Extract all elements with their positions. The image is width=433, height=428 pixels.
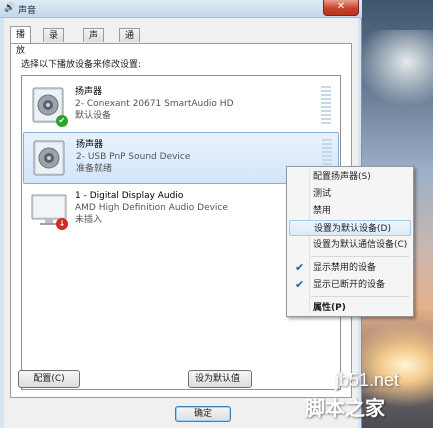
device-text: 扬声器 2- Conexant 20671 SmartAudio HD 默认设备 bbox=[75, 86, 234, 122]
menu-item-disable[interactable]: 禁用 bbox=[289, 203, 411, 219]
menu-item-configure-speakers[interactable]: 配置扬声器(S) bbox=[289, 169, 411, 185]
default-check-badge: ✔ bbox=[56, 115, 68, 127]
device-status: 未插入 bbox=[75, 215, 103, 225]
set-default-button[interactable]: 设为默认值 bbox=[188, 370, 252, 388]
device-item[interactable]: ✔ 扬声器 2- Conexant 20671 SmartAudio HD 默认… bbox=[23, 80, 339, 132]
tab-playback[interactable]: 播放 bbox=[10, 26, 32, 56]
device-description: 2- Conexant 20671 SmartAudio HD bbox=[75, 99, 234, 109]
checkmark-icon: ✔ bbox=[58, 116, 66, 125]
menu-item-show-disabled[interactable]: ✔ 显示禁用的设备 bbox=[289, 260, 411, 276]
tab-sounds[interactable]: 声音 bbox=[83, 28, 105, 55]
instruction-text: 选择以下播放设备来修改设置: bbox=[21, 60, 142, 70]
menu-item-properties[interactable]: 属性(P) bbox=[289, 300, 411, 316]
menu-item-set-default-comm-device[interactable]: 设置为默认通信设备(C) bbox=[289, 237, 411, 253]
watermark-brand: 脚本之家 bbox=[305, 396, 385, 420]
menu-separator bbox=[311, 256, 409, 257]
device-description: AMD High Definition Audio Device bbox=[75, 203, 228, 213]
window-title: 声音 bbox=[18, 6, 37, 16]
ok-button[interactable]: 确定 bbox=[175, 406, 231, 422]
device-name: 扬声器 bbox=[76, 140, 104, 150]
checkmark-icon: ✔ bbox=[295, 261, 305, 274]
watermark-site: jb51.net bbox=[335, 370, 400, 390]
device-status: 默认设备 bbox=[75, 111, 112, 121]
menu-separator bbox=[311, 296, 409, 297]
menu-item-set-default-device[interactable]: 设置为默认设备(D) bbox=[289, 220, 411, 236]
menu-item-show-disconnected[interactable]: ✔ 显示已断开的设备 bbox=[289, 277, 411, 293]
down-arrow-icon: ↓ bbox=[58, 219, 66, 228]
device-description: 2- USB PnP Sound Device bbox=[76, 152, 191, 162]
device-status: 准备就绪 bbox=[76, 164, 113, 174]
checkmark-icon: ✔ bbox=[295, 278, 305, 291]
context-menu: 配置扬声器(S) 测试 禁用 设置为默认设备(D) 设置为默认通信设备(C) ✔… bbox=[286, 166, 414, 317]
configure-button[interactable]: 配置(C) bbox=[18, 370, 80, 388]
tab-communications[interactable]: 通信 bbox=[119, 28, 141, 55]
cloud bbox=[353, 30, 433, 110]
sound-icon: 🔊 bbox=[4, 3, 16, 13]
device-name: 扬声器 bbox=[75, 87, 103, 97]
device-name: 1 - Digital Display Audio bbox=[75, 191, 184, 201]
level-meter bbox=[321, 86, 331, 126]
title-bar[interactable]: 🔊 声音 ✕ bbox=[0, 0, 362, 18]
device-text: 扬声器 2- USB PnP Sound Device 准备就绪 bbox=[76, 139, 190, 175]
device-text: 1 - Digital Display Audio AMD High Defin… bbox=[75, 190, 228, 226]
close-button[interactable]: ✕ bbox=[323, 0, 359, 16]
speaker-icon bbox=[33, 140, 65, 176]
unplugged-badge: ↓ bbox=[56, 218, 68, 230]
menu-item-test[interactable]: 测试 bbox=[289, 186, 411, 202]
tab-recording[interactable]: 录制 bbox=[43, 28, 65, 55]
